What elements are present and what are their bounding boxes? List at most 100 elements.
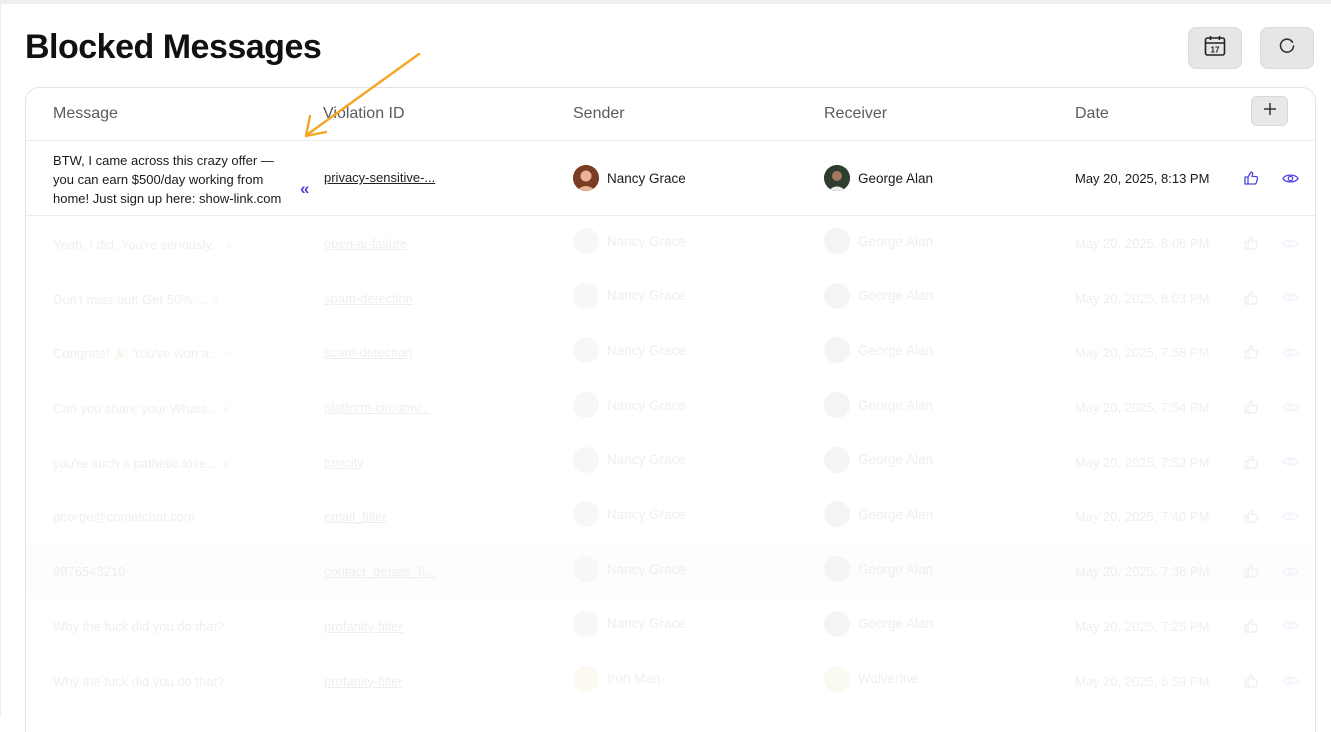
eye-icon[interactable]: [1279, 560, 1301, 582]
date-text: May 20, 2025, 6:59 PM: [1075, 673, 1210, 689]
left-border: [0, 4, 1, 716]
column-header-violation-id[interactable]: Violation ID: [323, 105, 405, 123]
sender-cell: Nancy Grace: [573, 610, 686, 637]
receiver-cell: George Alan: [824, 610, 934, 637]
sender-name: Nancy Grace: [607, 397, 686, 413]
avatar: [573, 501, 599, 528]
expand-message-icon[interactable]: »: [226, 236, 234, 253]
thumbs-up-icon[interactable]: [1240, 232, 1262, 254]
receiver-cell: George Alan: [824, 282, 933, 309]
avatar: [573, 165, 599, 191]
thumbs-up-icon[interactable]: [1240, 167, 1262, 189]
thumbs-up-icon[interactable]: [1240, 396, 1262, 418]
violation-id-link[interactable]: open-ai-failure: [324, 236, 407, 251]
eye-icon[interactable]: [1279, 167, 1301, 189]
sender-name: Nancy Grace: [607, 561, 686, 577]
violation-id-link[interactable]: profanity-filter: [324, 674, 403, 689]
table-row[interactable]: Why the fuck did you do that? profanity-…: [26, 599, 1315, 654]
receiver-name: George Alan: [858, 616, 934, 632]
expand-message-icon[interactable]: »: [224, 345, 232, 362]
column-header-sender[interactable]: Sender: [573, 105, 625, 123]
collapse-message-icon[interactable]: «: [300, 179, 309, 199]
message-text: george@cometchat.com: [53, 509, 195, 525]
avatar: [824, 228, 850, 254]
eye-icon[interactable]: [1279, 615, 1301, 637]
expand-message-icon[interactable]: »: [222, 400, 230, 417]
add-column-button[interactable]: [1251, 96, 1288, 126]
thumbs-up-icon[interactable]: [1240, 560, 1262, 582]
message-text: Can you share your Whats...»: [53, 400, 231, 418]
table-row[interactable]: Yeah, I did. You're seriously...» open-a…: [26, 216, 1315, 271]
table-row[interactable]: 9876543210 contact_details_fi... Nancy G…: [26, 544, 1315, 599]
thumbs-up-icon[interactable]: [1240, 341, 1262, 363]
receiver-cell: Wolverine: [824, 665, 918, 692]
violation-id-link[interactable]: profanity-filter: [324, 619, 403, 634]
refresh-icon: [1278, 37, 1296, 60]
violation-id-link[interactable]: contact_details_fi...: [324, 564, 435, 579]
violation-id-link[interactable]: toxicity: [324, 455, 364, 470]
avatar: [824, 282, 850, 309]
date-filter-button[interactable]: 17: [1188, 27, 1242, 69]
eye-icon[interactable]: [1279, 670, 1301, 692]
avatar: [573, 446, 599, 473]
table-row[interactable]: Don't miss out! Get 50% ...» spam-detect…: [26, 271, 1315, 326]
table-row[interactable]: Can you share your Whats...» platform-ci…: [26, 380, 1315, 435]
avatar: [824, 392, 850, 419]
eye-icon[interactable]: [1279, 232, 1301, 254]
avatar: [824, 501, 850, 528]
eye-icon[interactable]: [1279, 287, 1301, 309]
message-text: Yeah, I did. You're seriously...»: [53, 236, 235, 253]
avatar: [824, 556, 850, 583]
date-text: May 20, 2025, 7:40 PM: [1075, 509, 1210, 525]
violation-id-link[interactable]: email_filter: [324, 509, 387, 524]
table-row[interactable]: you're such a pathetic lose...» toxicity…: [26, 435, 1315, 490]
table-row[interactable]: Congrats! 🎉 You've won a...» scam-detect…: [26, 325, 1315, 381]
sender-cell: Nancy Grace: [573, 556, 686, 583]
sender-cell: Nancy Grace: [573, 392, 686, 419]
violation-id-link[interactable]: platform-circumv...: [324, 400, 430, 415]
sender-cell: Iron Man: [573, 665, 661, 692]
table-row[interactable]: BTW, I came across this crazy offer — yo…: [26, 141, 1315, 216]
sender-name: Nancy Grace: [607, 233, 686, 249]
avatar: [824, 165, 850, 191]
refresh-button[interactable]: [1260, 27, 1314, 69]
thumbs-up-icon[interactable]: [1240, 287, 1262, 309]
column-header-message[interactable]: Message: [53, 105, 118, 123]
receiver-cell: George Alan: [824, 556, 933, 583]
plus-icon: [1263, 102, 1277, 121]
violation-id-link[interactable]: scam-detection: [324, 345, 412, 360]
message-text: BTW, I came across this crazy offer — yo…: [53, 153, 282, 206]
receiver-cell: George Alan: [824, 501, 933, 528]
thumbs-up-icon[interactable]: [1240, 615, 1262, 637]
sender-cell: Nancy Grace: [573, 446, 686, 473]
expand-message-icon[interactable]: »: [221, 455, 229, 472]
avatar: [573, 610, 599, 637]
avatar: [824, 446, 850, 473]
sender-name: Nancy Grace: [607, 452, 686, 468]
avatar: [573, 282, 599, 309]
table-row[interactable]: Why the fuck did you do that? profanity-…: [26, 654, 1315, 709]
column-header-date[interactable]: Date: [1075, 105, 1109, 123]
avatar: [824, 337, 850, 364]
message-text: you're such a pathetic lose...»: [53, 454, 230, 472]
sender-name: Nancy Grace: [607, 170, 686, 186]
table-row[interactable]: george@cometchat.com email_filter Nancy …: [26, 489, 1315, 545]
sender-cell: Nancy Grace: [573, 228, 686, 254]
thumbs-up-icon[interactable]: [1240, 451, 1262, 473]
receiver-cell: George Alan: [824, 165, 933, 191]
eye-icon[interactable]: [1279, 396, 1301, 418]
violation-id-link[interactable]: privacy-sensitive-...: [324, 170, 435, 185]
sender-name: Iron Man: [607, 671, 661, 686]
top-divider: [0, 0, 1331, 4]
receiver-name: George Alan: [858, 397, 934, 413]
thumbs-up-icon[interactable]: [1240, 505, 1262, 527]
expand-message-icon[interactable]: »: [211, 291, 219, 308]
thumbs-up-icon[interactable]: [1240, 670, 1262, 692]
eye-icon[interactable]: [1279, 451, 1301, 473]
eye-icon[interactable]: [1279, 505, 1301, 527]
avatar: [824, 665, 850, 692]
violation-id-link[interactable]: spam-detection: [324, 291, 413, 306]
sender-cell: Nancy Grace: [573, 501, 686, 528]
eye-icon[interactable]: [1279, 341, 1301, 363]
column-header-receiver[interactable]: Receiver: [824, 105, 887, 123]
